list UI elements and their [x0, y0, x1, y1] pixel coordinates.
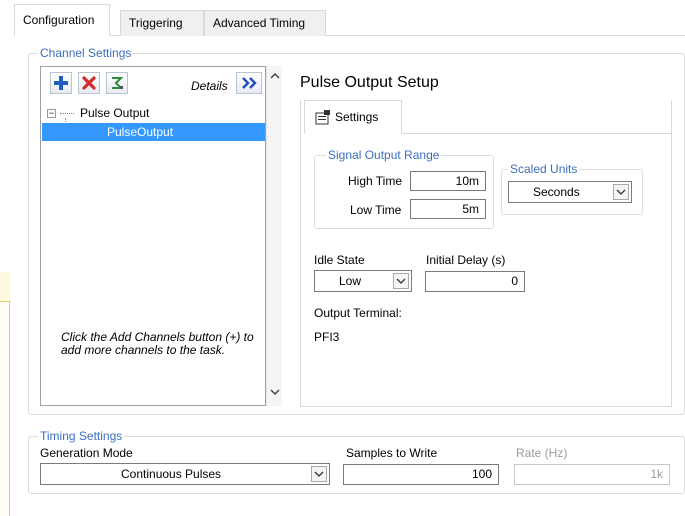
tree-item-pulseoutput-selected[interactable]: PulseOutput [42, 123, 265, 141]
channel-list-panel: Details − Pulse Output PulseOutput Click … [40, 66, 266, 406]
tab-settings[interactable]: Settings [304, 100, 402, 134]
generation-mode-dropdown[interactable]: Continuous Pulses [40, 463, 330, 485]
scaled-units-value: Seconds [533, 185, 580, 199]
rate-label: Rate (Hz) [516, 446, 568, 460]
tab-configuration[interactable]: Configuration [14, 4, 110, 36]
scaled-units-dropdown[interactable]: Seconds [508, 181, 632, 203]
remove-channel-button[interactable] [78, 72, 100, 94]
scaled-units-title: Scaled Units [508, 162, 580, 176]
chevron-down-icon[interactable] [311, 466, 327, 482]
samples-to-write-label: Samples to Write [346, 446, 438, 460]
generation-mode-label: Generation Mode [40, 446, 133, 460]
idle-state-dropdown[interactable]: Low [314, 270, 412, 292]
output-terminal-value: PFI3 [314, 330, 340, 344]
add-channels-hint: Click the Add Channels button (+) to add… [61, 330, 254, 357]
pulse-output-setup-title: Pulse Output Setup [300, 74, 439, 91]
delete-x-icon [82, 76, 96, 90]
timing-settings-title: Timing Settings [38, 429, 125, 443]
scroll-up-icon[interactable] [267, 70, 283, 82]
samples-to-write-input[interactable]: 100 [343, 464, 499, 485]
add-channel-button[interactable] [50, 72, 72, 94]
sigma-arrow-icon [112, 77, 124, 89]
idle-state-value: Low [339, 274, 362, 288]
low-time-label: Low Time [350, 203, 402, 217]
initial-delay-label: Initial Delay (s) [426, 253, 506, 267]
tab-triggering[interactable]: Triggering [120, 10, 204, 36]
tab-advanced-timing[interactable]: Advanced Timing [204, 10, 326, 36]
chevron-down-icon[interactable] [393, 273, 409, 289]
settings-tab-baseline [402, 133, 672, 134]
details-label: Details [191, 79, 228, 93]
channel-settings-title: Channel Settings [38, 46, 134, 60]
collapse-toggle-icon[interactable]: − [47, 109, 56, 119]
main-tab-bar: Configuration Triggering Advanced Timing [14, 0, 685, 36]
double-chevron-right-icon [242, 77, 257, 89]
high-time-label: High Time [348, 174, 403, 188]
rate-input: 1k [514, 464, 670, 485]
details-toggle-button[interactable] [236, 72, 262, 94]
settings-page-icon [315, 110, 330, 125]
high-time-input[interactable]: 10m [410, 171, 486, 191]
generation-mode-value: Continuous Pulses [121, 467, 222, 481]
settings-tab-label: Settings [335, 110, 379, 124]
plus-icon [54, 76, 68, 90]
channel-list-scrollbar[interactable] [266, 66, 282, 406]
initial-delay-input[interactable]: 0 [425, 271, 525, 292]
tree-parent-label: Pulse Output [80, 106, 150, 120]
chevron-down-icon[interactable] [613, 184, 629, 200]
background-window-frame [0, 272, 10, 516]
low-time-input[interactable]: 5m [410, 199, 486, 219]
signal-output-range-title: Signal Output Range [326, 148, 442, 162]
channel-tool-button[interactable] [106, 72, 128, 94]
idle-state-label: Idle State [314, 253, 365, 267]
output-terminal-label: Output Terminal: [314, 306, 402, 320]
scroll-down-icon[interactable] [267, 386, 283, 398]
tree-item-pulse-output[interactable]: − Pulse Output [47, 104, 267, 122]
